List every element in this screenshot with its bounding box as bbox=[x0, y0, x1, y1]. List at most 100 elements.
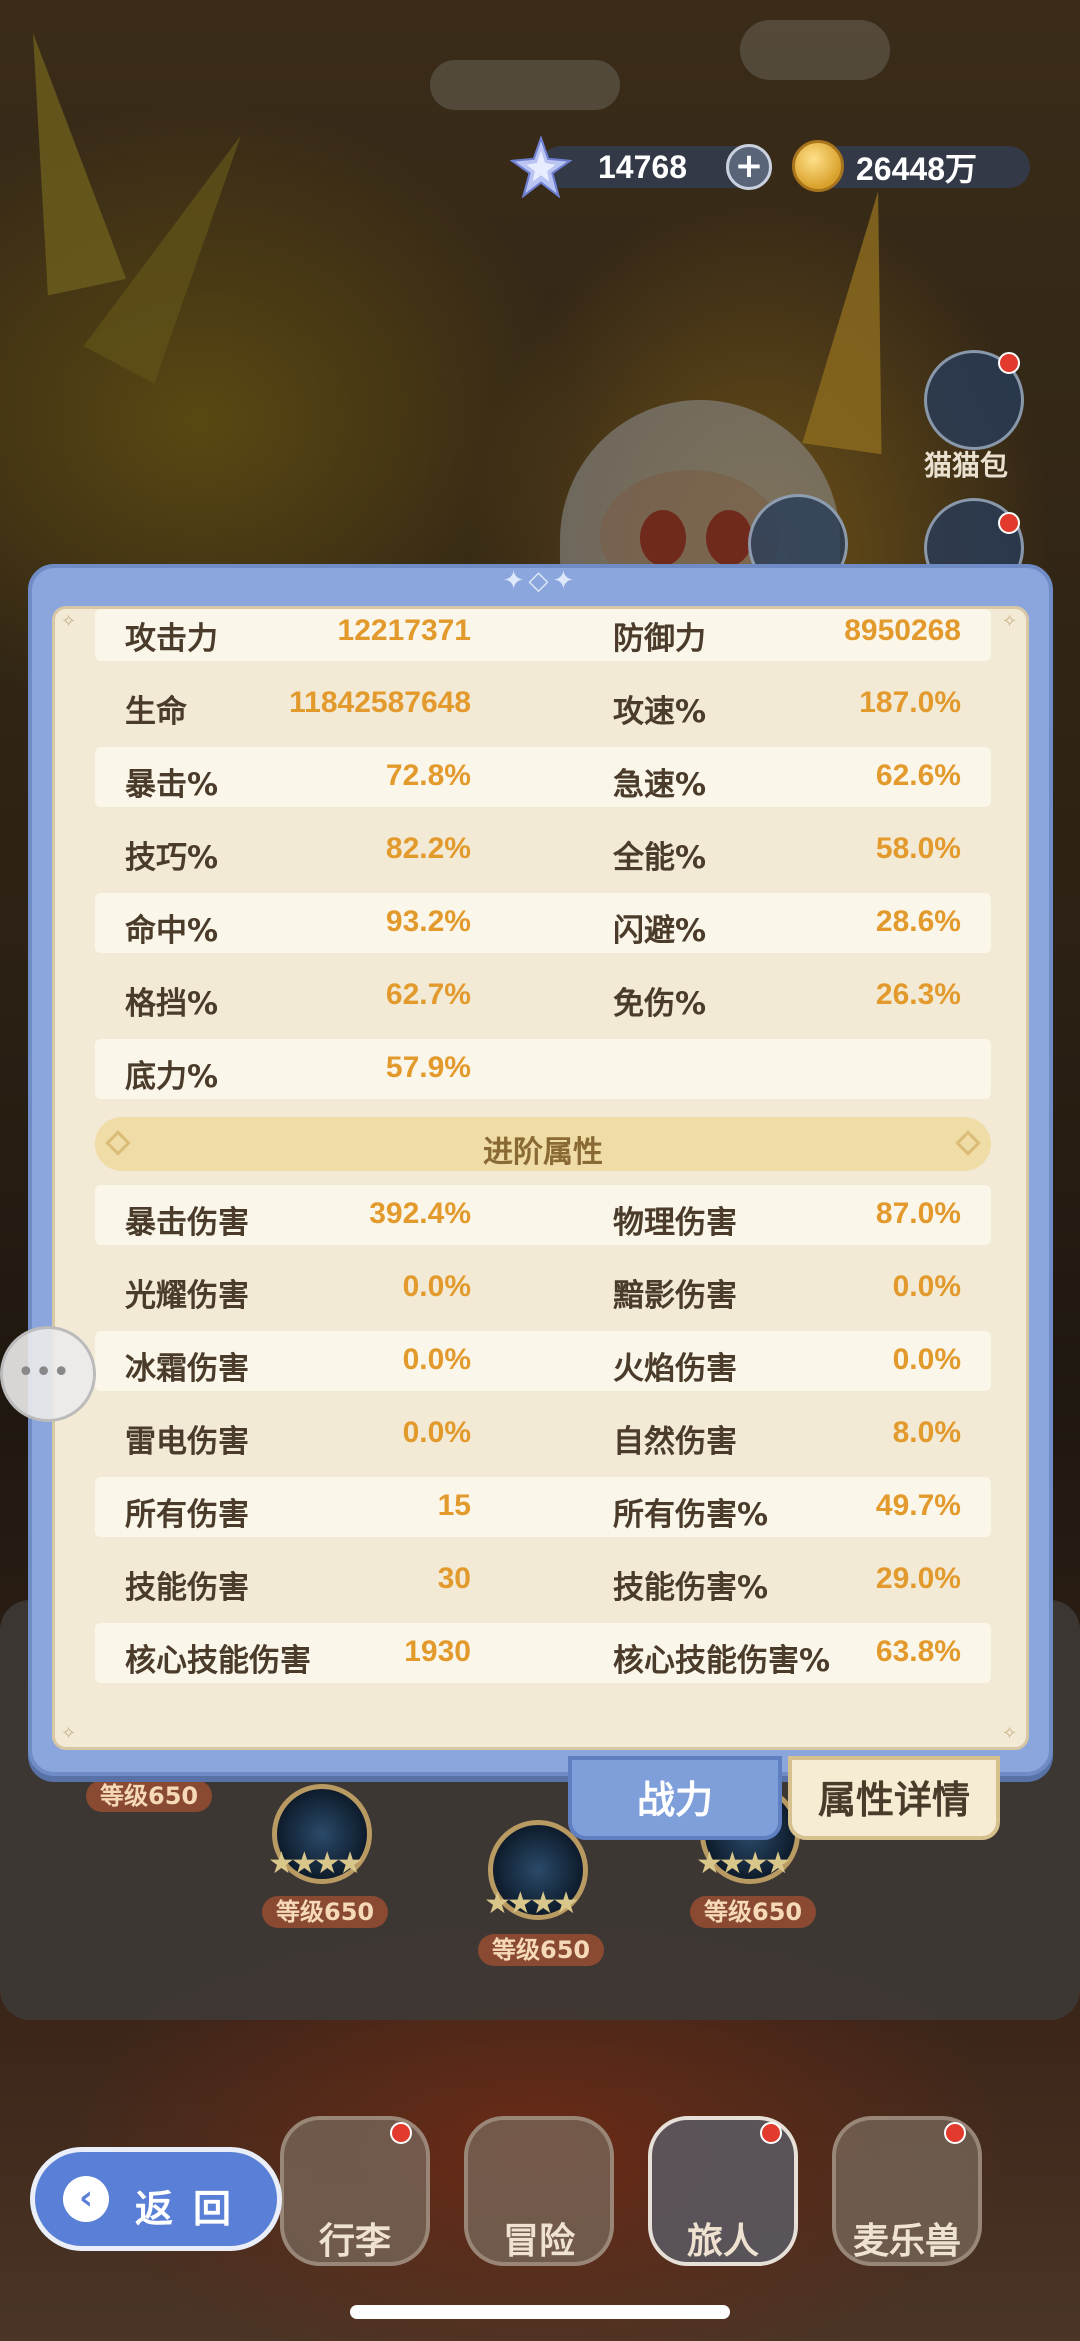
stat-value: 12217371 bbox=[337, 614, 471, 647]
stat-row: 格挡% 62.7% 免伤% 26.3% bbox=[95, 966, 991, 1026]
stat-value: 30 bbox=[437, 1562, 471, 1595]
stat-label: 技能伤害 bbox=[125, 1570, 249, 1606]
rating-stars: ★★★★ bbox=[696, 1846, 792, 1881]
stat-row: 核心技能伤害 1930 核心技能伤害% 63.8% bbox=[95, 1623, 991, 1683]
stat-row: 命中% 93.2% 闪避% 28.6% bbox=[95, 893, 991, 953]
corner-ornament: ✧ bbox=[1002, 1723, 1018, 1744]
rating-stars: ★★★★ bbox=[268, 1846, 364, 1881]
cloud-decoration bbox=[430, 60, 620, 110]
coin-counter: 26448万 bbox=[792, 140, 1030, 192]
stat-value: 8950268 bbox=[844, 614, 961, 647]
stat-value: 28.6% bbox=[875, 905, 961, 938]
stat-label: 暴击伤害 bbox=[125, 1205, 249, 1241]
stat-label: 暴击% bbox=[125, 767, 219, 803]
stat-value: 1930 bbox=[404, 1635, 471, 1668]
stat-value: 49.7% bbox=[875, 1489, 961, 1522]
stat-value: 26.3% bbox=[875, 978, 961, 1011]
stat-row: 技能伤害 30 技能伤害% 29.0% bbox=[95, 1550, 991, 1610]
stat-value: 62.7% bbox=[385, 978, 471, 1011]
stat-label: 技巧% bbox=[125, 840, 219, 876]
stat-row: 攻击力 12217371 防御力 8950268 bbox=[95, 609, 991, 661]
character-eye bbox=[706, 510, 752, 566]
stats-panel: ✦◇✦ ✧ ✧ ✧ ✧ 攻击力 12217371 防御力 8950268 生命 … bbox=[28, 564, 1053, 1776]
corner-ornament: ✧ bbox=[61, 611, 77, 632]
stat-label: 全能% bbox=[613, 840, 707, 876]
gold-coin-icon bbox=[792, 140, 844, 192]
stat-value: 82.2% bbox=[385, 832, 471, 865]
stat-label: 急速% bbox=[613, 767, 707, 803]
stat-label: 冰霜伤害 bbox=[125, 1351, 249, 1387]
stat-row: 底力% 57.9% bbox=[95, 1039, 991, 1099]
level-tag: 等级650 bbox=[262, 1896, 389, 1928]
section-title: 进阶属性 bbox=[483, 1135, 603, 1170]
crystal-star-icon bbox=[510, 136, 572, 198]
stat-row: 技巧% 82.2% 全能% 58.0% bbox=[95, 820, 991, 880]
back-button[interactable]: ‹ 返回 bbox=[30, 2147, 282, 2251]
stat-value: 8.0% bbox=[892, 1416, 961, 1449]
stat-label: 技能伤害% bbox=[613, 1570, 769, 1606]
cat-bag-label: 猫猫包 bbox=[924, 449, 1009, 482]
stat-value: 0.0% bbox=[402, 1270, 471, 1303]
stat-value: 0.0% bbox=[402, 1343, 471, 1376]
stat-label: 所有伤害% bbox=[613, 1497, 769, 1533]
chat-button[interactable]: ••• bbox=[0, 1326, 96, 1422]
stat-row: 暴击% 72.8% 急速% 62.6% bbox=[95, 747, 991, 807]
stat-label: 底力% bbox=[125, 1059, 219, 1095]
stat-label: 所有伤害 bbox=[125, 1497, 249, 1533]
chat-bubble-icon: ••• bbox=[17, 1355, 71, 1390]
stat-value: 63.8% bbox=[875, 1635, 961, 1668]
notification-dot bbox=[998, 512, 1020, 534]
level-tag: 等级650 bbox=[690, 1896, 817, 1928]
notification-dot bbox=[944, 2122, 966, 2144]
stat-value: 0.0% bbox=[892, 1343, 961, 1376]
stat-label: 光耀伤害 bbox=[125, 1278, 249, 1314]
stat-value: 15 bbox=[437, 1489, 471, 1522]
level-tag: 等级650 bbox=[86, 1780, 213, 1812]
stat-row: 雷电伤害 0.0% 自然伤害 8.0% bbox=[95, 1404, 991, 1464]
stat-label: 核心技能伤害 bbox=[125, 1643, 311, 1679]
cloud-decoration bbox=[740, 20, 890, 80]
nav-label-adventure: 冒险 bbox=[502, 2221, 575, 2262]
stat-value: 87.0% bbox=[875, 1197, 961, 1230]
stat-label: 格挡% bbox=[125, 986, 219, 1022]
stat-label: 闪避% bbox=[613, 913, 707, 949]
gem-count: 14768 bbox=[598, 148, 687, 185]
tab-attribute-details[interactable]: 属性详情 bbox=[788, 1756, 1000, 1840]
corner-ornament: ✧ bbox=[1002, 611, 1018, 632]
stat-row: 生命 11842587648 攻速% 187.0% bbox=[95, 674, 991, 734]
stat-label: 核心技能伤害% bbox=[613, 1643, 831, 1679]
level-tag: 等级650 bbox=[478, 1934, 605, 1966]
back-label: 返回 bbox=[135, 2187, 252, 2231]
stat-value: 58.0% bbox=[875, 832, 961, 865]
notification-dot bbox=[390, 2122, 412, 2144]
nav-label-luggage: 行李 bbox=[318, 2221, 391, 2262]
stat-value: 187.0% bbox=[859, 686, 961, 719]
nav-label-traveler: 旅人 bbox=[686, 2221, 759, 2262]
stat-value: 62.6% bbox=[875, 759, 961, 792]
stat-label: 免伤% bbox=[613, 986, 707, 1022]
stats-list-container[interactable]: ✧ ✧ ✧ ✧ 攻击力 12217371 防御力 8950268 生命 1184… bbox=[52, 606, 1029, 1750]
rating-stars: ★★★★ bbox=[484, 1886, 580, 1921]
stat-value: 11842587648 bbox=[289, 686, 471, 719]
stat-label: 自然伤害 bbox=[613, 1424, 737, 1460]
home-indicator[interactable] bbox=[350, 2305, 730, 2319]
stat-value: 72.8% bbox=[385, 759, 471, 792]
stat-label: 攻击力 bbox=[125, 621, 218, 657]
nav-label-pet: 麦乐兽 bbox=[852, 2221, 961, 2262]
stat-label: 火焰伤害 bbox=[613, 1351, 737, 1387]
stat-row: 暴击伤害 392.4% 物理伤害 87.0% bbox=[95, 1185, 991, 1245]
stat-label: 黯影伤害 bbox=[613, 1278, 737, 1314]
stat-row: 光耀伤害 0.0% 黯影伤害 0.0% bbox=[95, 1258, 991, 1318]
coin-count: 26448万 bbox=[856, 151, 977, 187]
stat-label: 生命 bbox=[125, 694, 187, 730]
stat-value: 0.0% bbox=[402, 1416, 471, 1449]
advanced-attributes-header: 进阶属性 bbox=[95, 1117, 991, 1171]
gem-counter: 14768 + bbox=[510, 136, 772, 198]
add-gems-button[interactable]: + bbox=[726, 144, 772, 190]
character-eye bbox=[640, 510, 686, 566]
corner-ornament: ✧ bbox=[61, 1723, 77, 1744]
stat-value: 57.9% bbox=[385, 1051, 471, 1084]
tab-power[interactable]: 战力 bbox=[568, 1756, 782, 1840]
back-arrow-icon: ‹ bbox=[63, 2176, 109, 2222]
stat-label: 雷电伤害 bbox=[125, 1424, 249, 1460]
